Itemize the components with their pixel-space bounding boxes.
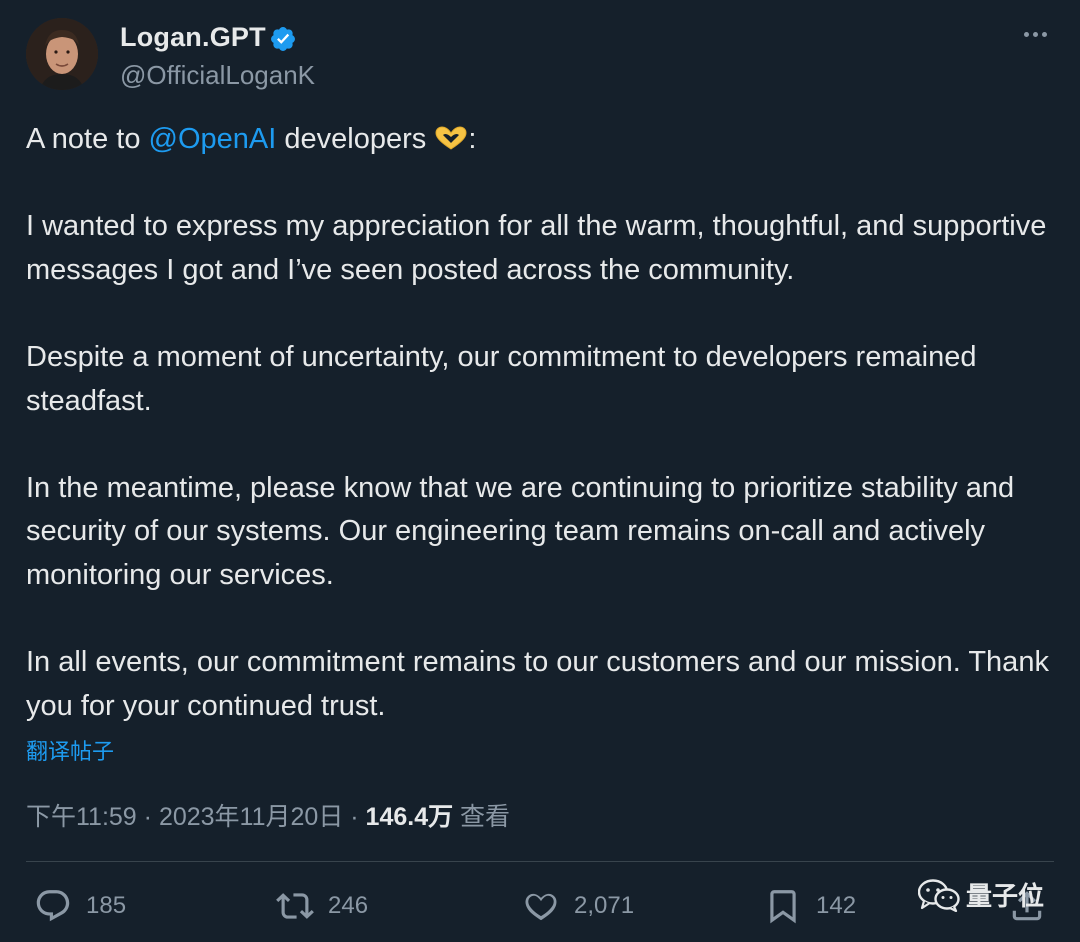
reply-count: 185 [86,892,127,919]
avatar[interactable] [26,18,98,90]
watermark-text: 量子位 [965,881,1044,911]
repost-button[interactable]: 246 [276,880,368,932]
heart-icon [525,893,557,921]
post-date[interactable]: 2023年11月20日 [159,803,343,831]
post-text-segment: : [468,123,477,155]
wechat-icon [917,878,960,912]
like-button[interactable]: 2,071 [522,880,634,932]
bookmark-icon [770,890,796,924]
post-text-segment: A note to [26,123,149,155]
divider [26,861,1054,862]
heart-hands-emoji-icon [435,126,467,150]
meta-separator: · [136,803,159,831]
post-paragraph-4: In the meantime, please know that we are… [26,471,1015,591]
watermark: 量子位 [917,876,1044,913]
bookmark-button[interactable]: 142 [764,880,856,932]
handle[interactable]: @OfficialLoganK [120,60,315,91]
reply-icon [36,890,70,922]
mention-link[interactable]: @OpenAI [149,123,277,155]
meta-separator: · [343,803,366,831]
post-paragraph-3: Despite a moment of uncertainty, our com… [26,340,977,417]
display-name[interactable]: Logan.GPT [120,22,266,53]
verified-badge-icon [271,27,295,51]
post-meta: 下午11:59 · 2023年11月20日 · 146.4万 查看 [26,797,510,833]
action-bar: 185 246 2,071 142 [26,880,1054,932]
translate-post-link[interactable]: 翻译帖子 [26,734,114,766]
post-paragraph-1: A note to @OpenAI developers : [26,118,1056,162]
repost-count: 246 [328,892,369,919]
post-text-segment: developers [276,123,435,155]
views-count: 146.4万 [365,803,454,831]
post-header: Logan.GPT @OfficialLoganK [26,18,1054,94]
post-paragraph-5: In all events, our commitment remains to… [26,646,1049,722]
views-label: 查看 [453,803,511,831]
post-time[interactable]: 下午11:59 [26,803,137,831]
reply-button[interactable]: 185 [34,880,126,932]
like-count: 2,071 [574,892,635,919]
bookmark-count: 142 [816,892,857,919]
post-paragraph-2: I wanted to express my appreciation for … [26,210,1047,286]
post-text: A note to @OpenAI developers : I wanted … [26,118,1056,728]
more-options-icon[interactable] [1022,20,1052,50]
repost-icon [276,893,314,919]
